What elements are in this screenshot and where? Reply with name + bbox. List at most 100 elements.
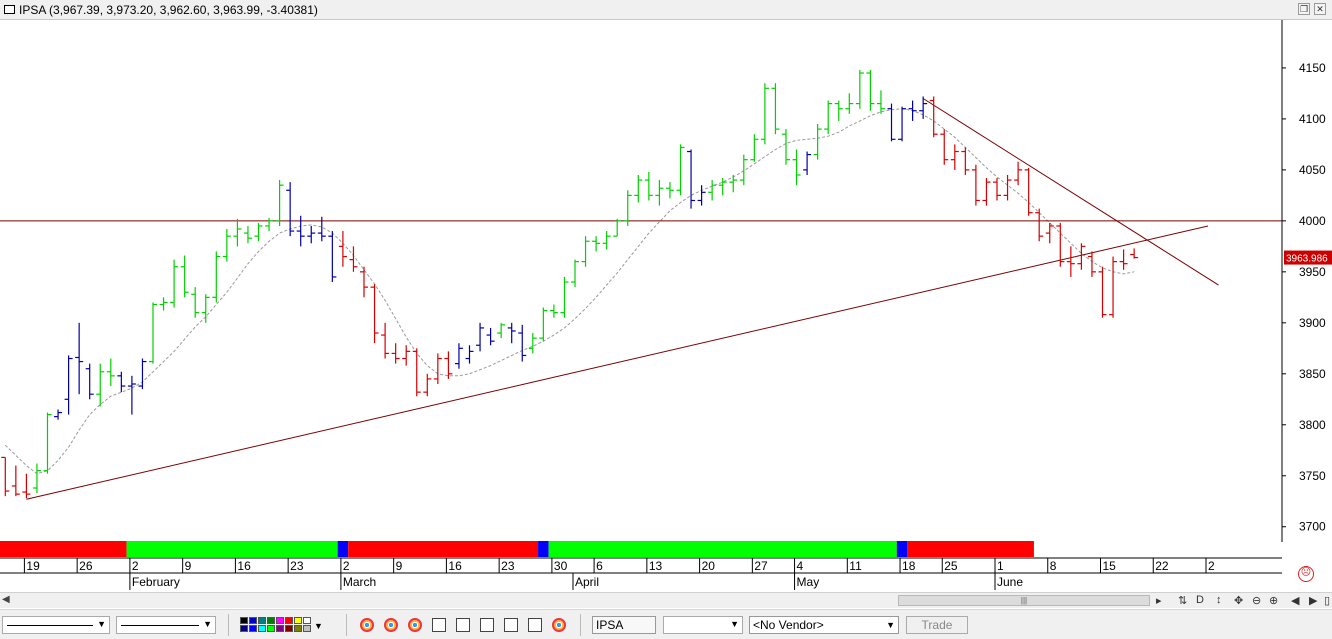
day-tick-label: 30	[554, 559, 568, 573]
ohlc-bar	[117, 371, 126, 393]
ohlc-bar	[518, 324, 527, 362]
refresh-icon[interactable]: ⇅	[1178, 594, 1187, 607]
trend-band-segment	[907, 541, 1034, 557]
price-axis: 4150 4100 4050 4000 3950 3900 3850 3800 3750 3700…	[1281, 20, 1332, 542]
ohlc-bar	[602, 231, 611, 250]
ohlc-bar	[222, 229, 231, 262]
day-tick-label: 27	[754, 559, 768, 573]
next-arrow-icon[interactable]: ▶	[1309, 594, 1317, 607]
panel-icon[interactable]: ▯	[1324, 594, 1330, 607]
day-tick-label: 23	[290, 559, 304, 573]
color-palette[interactable]: ▼	[240, 617, 324, 634]
trade-button[interactable]: Trade	[906, 616, 968, 634]
ohlc-bar	[191, 287, 200, 318]
y-tick-label: 4000	[1299, 214, 1326, 228]
line-width-dropdown[interactable]: ▼	[116, 616, 216, 634]
ohlc-bar	[613, 218, 622, 237]
day-tick-label: 9	[185, 559, 192, 573]
last-price-label: 3963.986	[1286, 254, 1328, 265]
ohlc-bar	[275, 180, 284, 226]
layout-icon[interactable]	[504, 618, 518, 632]
interval-dropdown[interactable]: ▼	[663, 616, 743, 634]
ohlc-bar	[201, 294, 210, 323]
price-chart[interactable]: 4150 4100 4050 4000 3950 3900 3850 3800 3750 3700…	[0, 20, 1332, 592]
month-tick-label: February	[132, 575, 180, 589]
ohlc-bar	[950, 144, 959, 170]
move-icon[interactable]: ✥	[1234, 594, 1243, 607]
layout-icon[interactable]	[480, 618, 494, 632]
ohlc-bar	[370, 284, 379, 344]
ohlc-bar	[85, 363, 94, 400]
prev-arrow-icon[interactable]: ◀	[1291, 594, 1299, 607]
symbol-field[interactable]: IPSA	[592, 616, 656, 634]
ohlc-bar	[940, 129, 949, 165]
vendor-select[interactable]: <No Vendor> ▼	[749, 616, 899, 634]
ohlc-bar	[581, 236, 590, 267]
scroll-right-arrow-icon[interactable]: ▸	[1156, 594, 1162, 607]
y-tick-label: 3950	[1299, 265, 1326, 279]
browser-icon[interactable]	[384, 618, 398, 632]
zoom-out-icon[interactable]: ⊖	[1252, 594, 1261, 607]
support-trendline	[26, 225, 1209, 500]
browser-icon[interactable]	[360, 618, 374, 632]
ohlc-bar	[824, 100, 833, 135]
scroll-left-arrow-icon[interactable]: ◀	[2, 594, 10, 605]
bottom-toolbar: ▼ ▼ ▼ IPSA ▼ <No Vendor> ▼ Trade	[0, 609, 1332, 639]
ohlc-bar	[1077, 243, 1086, 270]
time-axis: 19 26 2 9 16 23 2 9 16 23 30 6 13 20 27 4 11 18 25 1 8 15 22 2F…	[0, 557, 1282, 590]
ohlc-bar	[507, 322, 516, 344]
month-tick-label: March	[343, 575, 376, 589]
date-icon[interactable]: D	[1196, 594, 1204, 606]
browser-icon[interactable]	[408, 618, 422, 632]
zoom-in-icon[interactable]: ⊕	[1269, 594, 1278, 607]
ohlc-bar	[644, 171, 653, 201]
ohlc-bar	[328, 231, 337, 283]
ohlc-bar	[792, 149, 801, 186]
y-tick-label: 3750	[1299, 469, 1326, 483]
browser-icon[interactable]	[552, 618, 566, 632]
ohlc-bar	[908, 100, 917, 121]
day-tick-label: 26	[79, 559, 93, 573]
ohlc-bar	[265, 217, 274, 232]
day-tick-label: 22	[1155, 559, 1169, 573]
ohlc-bar	[127, 375, 136, 415]
vertical-zoom-icon[interactable]: ↕	[1216, 594, 1222, 606]
line-style-dropdown[interactable]: ▼	[2, 616, 110, 634]
ohlc-bar	[32, 463, 41, 494]
month-tick-label: May	[797, 575, 820, 589]
ohlc-bar	[803, 151, 812, 175]
trend-band-segment	[126, 541, 338, 557]
ohlc-bar	[1024, 167, 1033, 216]
trend-band-segment	[348, 541, 539, 557]
scroll-thumb[interactable]: |||	[898, 595, 1150, 606]
import-icon[interactable]	[456, 618, 470, 632]
ohlc-bar	[571, 259, 579, 288]
ohlc-bar	[286, 182, 295, 237]
ohlc-bar	[971, 164, 980, 206]
day-tick-label: 11	[849, 559, 862, 573]
layout-icon[interactable]	[528, 618, 542, 632]
day-tick-label: 20	[702, 559, 716, 573]
ohlc-bar	[665, 182, 674, 199]
ohlc-bar	[307, 225, 316, 244]
day-tick-label: 4	[797, 559, 804, 573]
horizontal-scrollbar[interactable]: ◀ ||| ▸ ⇅ D ↕ ✥ ⊖ ⊕ ◀ ▶ ▯	[0, 592, 1332, 608]
ohlc-bar	[866, 69, 875, 111]
ohlc-bar	[254, 222, 263, 242]
ohlc-bar	[813, 124, 822, 160]
ohlc-bar	[381, 322, 390, 359]
restore-button[interactable]: ❐	[1298, 3, 1310, 15]
ohlc-bar	[729, 174, 738, 193]
ohlc-bar	[11, 465, 20, 497]
ohlc-bar	[75, 322, 84, 395]
ohlc-bar	[1066, 246, 1075, 277]
ohlc-bar	[180, 255, 189, 298]
day-tick-label: 1	[997, 559, 1004, 573]
y-tick-label: 3850	[1299, 367, 1326, 381]
export-icon[interactable]	[432, 618, 446, 632]
close-button[interactable]: ✕	[1314, 3, 1326, 15]
day-tick-label: 16	[237, 559, 251, 573]
sad-face-icon: ☹	[1298, 566, 1314, 582]
drawing-lines-layer	[0, 98, 1282, 500]
ohlc-bar	[43, 412, 52, 474]
